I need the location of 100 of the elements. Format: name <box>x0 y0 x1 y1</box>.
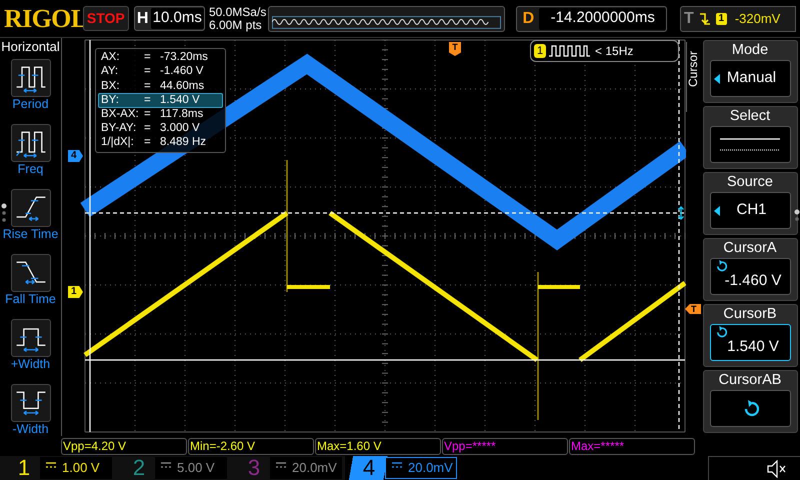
channel-tab[interactable]: 1 1.00 V <box>0 456 115 480</box>
cursor-line[interactable] <box>678 40 680 432</box>
channel-scale: 5.00 V <box>177 459 215 478</box>
measurement-readout: Vpp=4.20 V <box>61 438 187 454</box>
readout-value: 1.540 V <box>160 94 200 106</box>
delay-value: -14.2000000ms <box>539 8 666 30</box>
softkey-value: CH1 <box>735 200 768 220</box>
channel-number: 2 <box>132 456 146 480</box>
readout-value: -73.20ms <box>160 52 208 64</box>
measure-button[interactable] <box>10 59 50 97</box>
channel-marker[interactable]: 4 <box>68 150 83 162</box>
equals-sign: = <box>144 123 152 135</box>
cursor-line[interactable] <box>89 40 91 432</box>
menu-softkey[interactable]: Select <box>702 106 798 169</box>
readout-label: AX: <box>101 52 121 64</box>
square-wave-icon <box>549 44 590 58</box>
readout-label: BX-AX: <box>101 108 140 120</box>
left-arrow-icon <box>714 74 720 84</box>
memory-depth: 6.00M pts <box>208 18 263 32</box>
readout-label: BY: <box>101 94 120 106</box>
knob-icon <box>714 326 726 338</box>
measure-button[interactable] <box>10 124 50 162</box>
delay-box[interactable]: D -14.2000000ms <box>516 6 668 32</box>
line-style-icon <box>720 137 780 152</box>
channel-scale: 20.0mV <box>408 459 453 478</box>
menu-softkey[interactable]: Mode Manual <box>702 40 798 103</box>
measurement-readout: Min=-2.60 V <box>188 438 314 454</box>
cursor-line[interactable] <box>85 359 685 361</box>
sound-button[interactable] <box>708 456 800 480</box>
cursor-marker-icon <box>678 206 684 220</box>
page-indicator-icon <box>794 209 800 222</box>
dc-coupling-icon <box>161 462 171 468</box>
mute-icon <box>767 460 786 478</box>
equals-sign: = <box>144 108 152 120</box>
readout-value: -1.460 V <box>160 66 204 78</box>
delay-label: D <box>522 8 536 28</box>
trigger-source-badge: 1 <box>716 12 727 24</box>
sample-rate: 50.0MSa/s <box>208 6 266 18</box>
trigger-box[interactable]: T 1 -320mV <box>680 6 796 32</box>
measurement-readout: Max=1.60 V <box>315 438 441 454</box>
measurement-readout: Vpp=***** <box>442 438 568 454</box>
measure-label: +Width <box>10 357 50 372</box>
timebase-value: 10.0ms <box>150 8 204 29</box>
page-indicator-icon <box>1 203 7 223</box>
measure-button[interactable] <box>10 319 50 357</box>
menu-softkey[interactable]: CursorA -1.460 V <box>702 238 798 301</box>
measurement-readout: Max=***** <box>569 438 695 454</box>
softkey-title: CursorB <box>723 305 777 324</box>
softkey-value: -1.460 V <box>724 272 782 290</box>
trigger-position-marker[interactable]: T <box>449 42 461 56</box>
equals-sign: = <box>144 137 152 149</box>
measure-label: -Width <box>12 422 49 437</box>
channel-scale: 20.0mV <box>292 459 337 478</box>
run-stop-button[interactable]: STOP <box>83 6 129 31</box>
channel-badge: 1 <box>534 44 546 58</box>
measure-label: Period <box>12 97 49 112</box>
trigger-label: T <box>684 8 694 28</box>
measure-label: Fall Time <box>5 292 56 307</box>
softkey-value: Manual <box>726 68 778 88</box>
dc-coupling-icon <box>276 462 286 468</box>
channel-scale: 1.00 V <box>62 459 100 478</box>
channel-marker[interactable]: 1 <box>68 286 83 298</box>
cursor-line[interactable] <box>85 212 685 214</box>
channel-number: 1 <box>16 456 32 480</box>
measure-button[interactable] <box>10 189 50 227</box>
trigger-level-marker[interactable]: T <box>685 304 701 314</box>
equals-sign: = <box>144 80 152 92</box>
channel-tab[interactable]: 3 20.0mV <box>230 456 345 480</box>
menu-title: Horizontal <box>1 39 60 55</box>
falling-edge-icon <box>698 12 711 25</box>
readout-value: 117.8ms <box>160 108 204 120</box>
menu-softkey[interactable]: CursorAB <box>702 370 798 433</box>
measure-label: Freq <box>18 162 44 177</box>
readout-label: AY: <box>101 66 120 78</box>
channel-number: 4 <box>362 456 376 480</box>
softkey-title: Select <box>730 107 770 126</box>
dc-coupling-icon <box>392 462 402 468</box>
channel-number: 3 <box>246 456 262 480</box>
softkey-value: 1.540 V <box>726 338 779 356</box>
brand-logo: RIGOL <box>4 6 82 32</box>
timebase-box[interactable]: H 10.0ms <box>134 6 205 31</box>
softkey-title: CursorAB <box>718 371 782 390</box>
readout-value: 44.60ms <box>160 80 204 92</box>
dc-coupling-icon <box>46 462 56 468</box>
left-arrow-icon <box>714 206 720 216</box>
measure-label: Rise Time <box>2 227 58 242</box>
equals-sign: = <box>144 52 152 64</box>
measure-button[interactable] <box>10 384 50 422</box>
channel-tab[interactable]: 2 5.00 V <box>115 456 230 480</box>
softkey-title: Mode <box>732 41 768 60</box>
frequency-value: < 15Hz <box>595 43 634 60</box>
softkey-title: Source <box>727 173 773 192</box>
readout-label: BY-AY: <box>101 123 138 135</box>
softkey-title: CursorA <box>723 239 777 258</box>
horizontal-label: H <box>136 8 150 28</box>
measure-button[interactable] <box>10 254 50 292</box>
knob-icon <box>714 260 726 272</box>
menu-softkey[interactable]: CursorB 1.540 V <box>702 304 798 367</box>
equals-sign: = <box>144 66 152 78</box>
menu-softkey[interactable]: Source CH1 <box>702 172 798 235</box>
